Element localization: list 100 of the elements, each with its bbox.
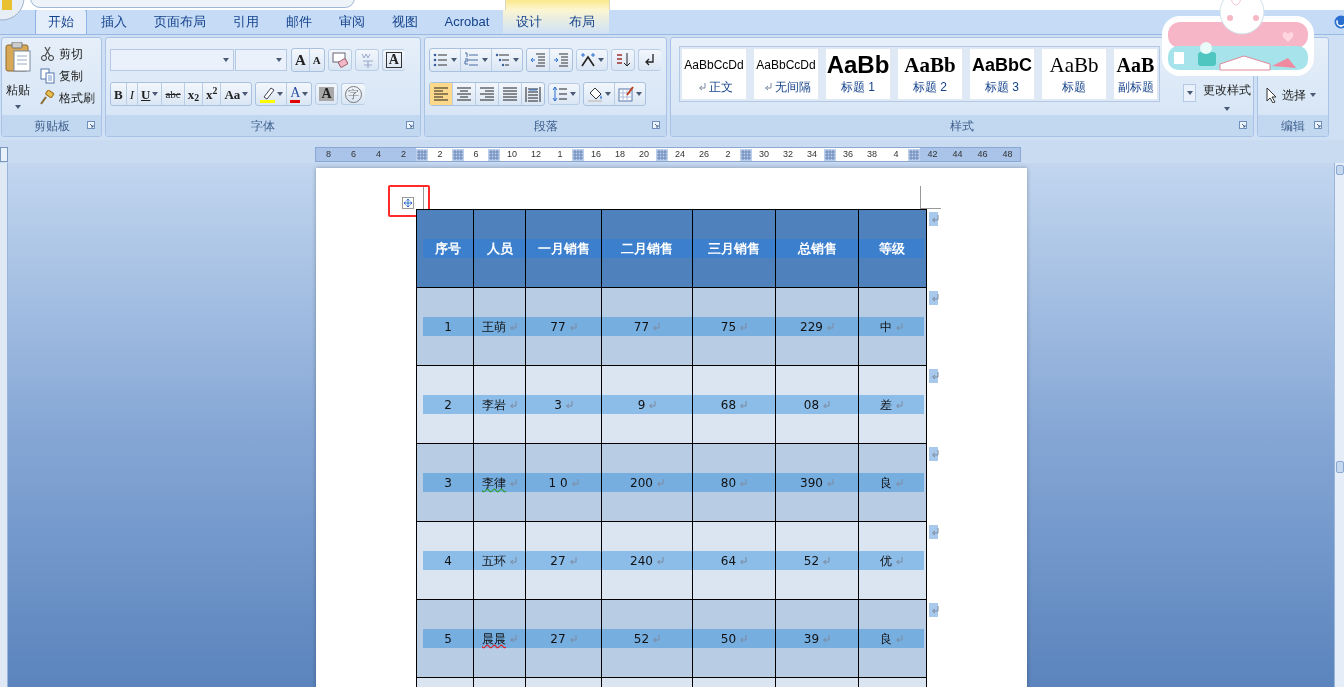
ribbon-tab[interactable]: 设计 (502, 9, 556, 34)
style-item[interactable]: AaBb 标题 (1042, 49, 1106, 99)
ribbon-tab[interactable]: Acrobat (431, 9, 503, 34)
align-left-button[interactable] (430, 83, 453, 105)
paragraph-mark-icon (509, 400, 517, 409)
ruler-number: 16 (590, 148, 602, 161)
scroll-thumb[interactable] (1335, 461, 1344, 473)
cell-text: 良 (880, 630, 892, 648)
ribbon-tab[interactable]: 视图 (378, 9, 431, 34)
font-name-field[interactable] (110, 49, 234, 71)
grow-font-button[interactable]: A (292, 49, 310, 71)
ribbon-tab[interactable]: 邮件 (272, 9, 325, 34)
italic-button[interactable]: I (126, 83, 138, 105)
underline-button[interactable]: U (138, 83, 163, 105)
caret-icon (152, 92, 159, 96)
name-text: 晨晨 (482, 630, 506, 648)
cut-button[interactable]: 剪切 (40, 44, 95, 63)
style-name: 正文 (709, 79, 733, 96)
indent-icon (553, 51, 569, 69)
style-preview: AaBbCcDd (756, 57, 816, 74)
ruler-toggle-button[interactable] (1335, 165, 1344, 175)
ribbon-tab[interactable]: 引用 (219, 9, 272, 34)
dialog-launcher-icon (652, 121, 660, 129)
subscript-button[interactable]: x$_{2}$ (184, 83, 204, 105)
ribbon-tab[interactable]: 开始 (35, 9, 87, 34)
ruler-number: 36 (842, 148, 854, 161)
cell-text: 52 (633, 630, 650, 648)
strikethrough-button[interactable]: abc (162, 83, 185, 105)
ribbon-tab[interactable]: 审阅 (325, 9, 378, 34)
bullet-list-icon (433, 51, 449, 69)
style-item[interactable]: AaBb 标题 2 (898, 49, 962, 99)
ruler-number: 38 (866, 148, 878, 161)
change-case-button[interactable]: Aa (221, 83, 252, 105)
cell-text: 9 (637, 396, 646, 414)
copy-button[interactable]: 复制 (40, 66, 95, 85)
paragraph-mark-icon (764, 83, 772, 91)
cell-text: 优 (880, 552, 892, 570)
numbering-button[interactable] (461, 49, 492, 71)
bold-button[interactable]: B (111, 83, 127, 105)
paragraph-mark-icon (652, 634, 661, 643)
show-marks-button[interactable] (638, 49, 661, 71)
horizontal-ruler[interactable]: 8 6 4 2 2 6 10 12 1 16 18 20 24 26 2 30 32 34 36 38 4 42 44 46 48 (315, 147, 1021, 162)
ruler-number: 1 (556, 148, 564, 161)
character-border-button[interactable]: A (381, 49, 405, 71)
superscript-button[interactable]: x$^{2}$ (203, 83, 222, 105)
paragraph-mark-icon (825, 478, 834, 487)
cell-text: 80 (720, 474, 737, 492)
caret-icon (636, 92, 642, 96)
column-marker-icon (824, 148, 836, 161)
caret-icon (451, 58, 457, 62)
paragraph-mark-icon (895, 322, 903, 331)
column-header: 二月销售 (621, 239, 673, 258)
cell-text: 77 (633, 318, 650, 336)
vertical-scrollbar[interactable] (1334, 163, 1344, 687)
ribbon-tab[interactable]: 插入 (87, 9, 140, 34)
select-button[interactable]: 选择 (1266, 85, 1328, 105)
sort-button[interactable] (611, 49, 635, 71)
enclose-character-button[interactable]: 字 (340, 83, 365, 105)
caret-icon (570, 92, 576, 96)
align-left-icon (433, 85, 449, 103)
change-styles-button[interactable]: 更改样式 (1200, 81, 1253, 113)
style-item[interactable]: AaBbCcDd 正文 (682, 49, 746, 99)
phonetic-guide-button[interactable] (354, 49, 379, 71)
style-preview: AaB (1116, 53, 1155, 78)
group-label: 剪贴板 (33, 117, 70, 135)
group-label: 样式 (950, 117, 974, 135)
column-marker-icon (416, 148, 428, 161)
paragraph-mark-icon (564, 400, 573, 409)
style-item[interactable]: AaBb 标题 1 (826, 49, 890, 99)
paragraph-mark-icon (895, 556, 903, 565)
caret-icon (276, 58, 282, 62)
style-item[interactable]: AaB 副标题 (1114, 49, 1157, 99)
ruler-number: 32 (782, 148, 794, 161)
ribbon-tab[interactable]: 页面布局 (140, 9, 219, 34)
cell-text: 1 0 (548, 474, 568, 492)
style-name: 标题 (1062, 79, 1086, 96)
group-label: 段落 (533, 117, 558, 135)
style-name: 副标题 (1117, 79, 1154, 96)
cell-text: 5 (444, 630, 452, 648)
format-painter-button[interactable]: 格式刷 (40, 88, 95, 107)
character-shading-button[interactable]: A (315, 83, 338, 105)
style-item[interactable]: AaBbC 标题 3 (970, 49, 1034, 99)
font-size-field[interactable] (235, 49, 287, 71)
clear-format-button[interactable] (327, 49, 352, 71)
paragraph-mark-icon (570, 478, 579, 487)
line-spacing-button[interactable] (548, 83, 580, 105)
style-item[interactable]: AaBbCcDd 无间隔 (754, 49, 818, 99)
gallery-more-button[interactable] (1183, 84, 1197, 102)
paste-button[interactable]: 粘贴 (2, 38, 34, 116)
caret-icon (1223, 107, 1230, 111)
shrink-font-button[interactable]: A (309, 49, 324, 71)
line-spacing-icon (552, 85, 568, 103)
caret-icon (598, 58, 604, 62)
ruler-number: 2 (436, 148, 444, 161)
font-color-button[interactable]: A (287, 83, 312, 105)
asian-layout-button[interactable] (576, 49, 608, 71)
paragraph-mark-icon (931, 372, 939, 380)
group-label: 编辑 (1281, 117, 1305, 135)
caret-icon (605, 92, 611, 96)
cell-text: 390 (800, 474, 823, 492)
